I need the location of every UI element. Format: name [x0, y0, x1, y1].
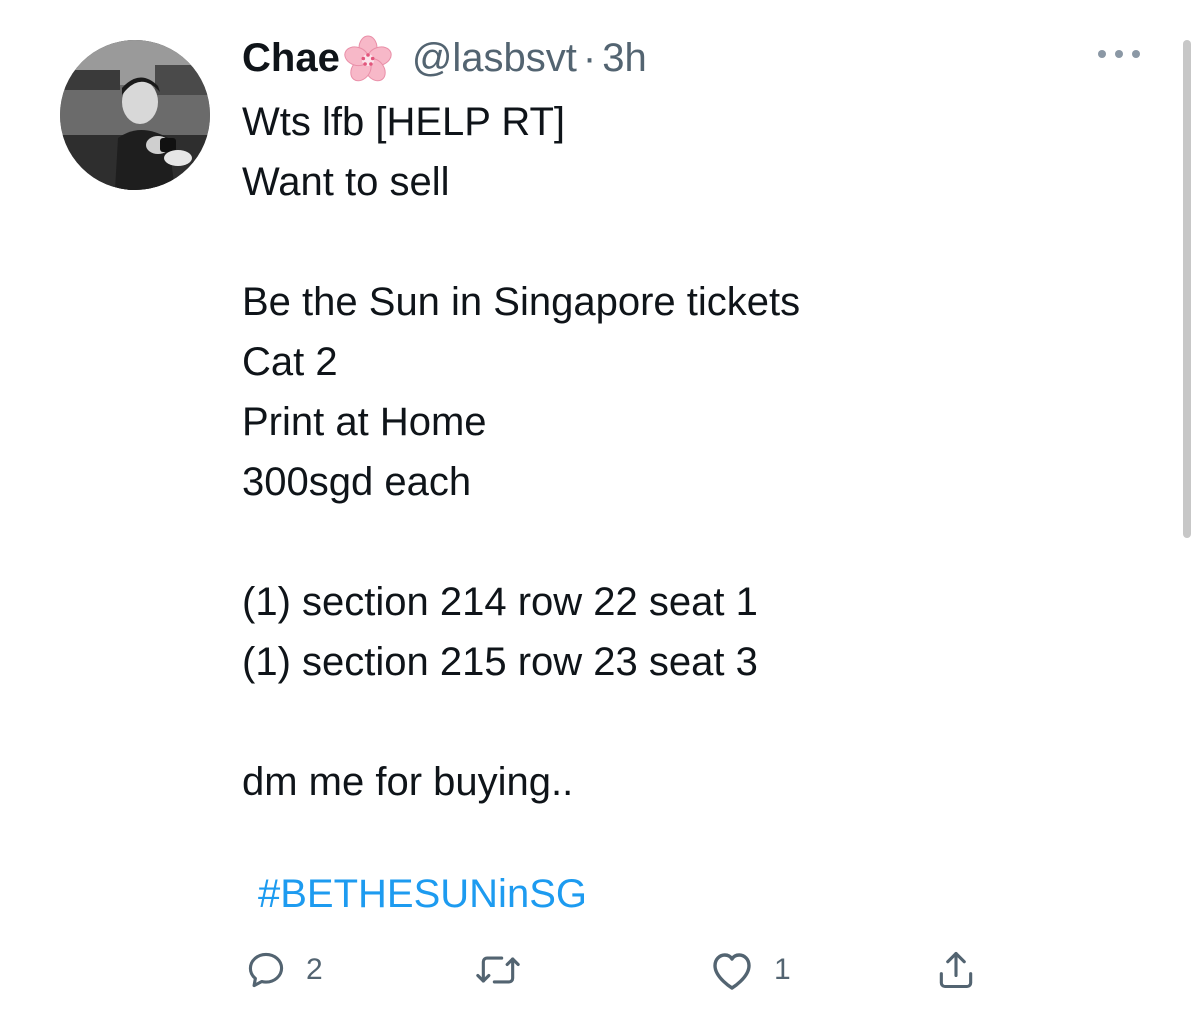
like-button[interactable]: 1	[708, 940, 791, 1000]
tweet-line: Be the Sun in Singapore tickets	[242, 280, 801, 324]
reply-count: 2	[306, 953, 323, 986]
tweet[interactable]: Chae @lasbsvt · 3h Wts lfb [HELP RT] Wan…	[0, 0, 1200, 1033]
tweet-header: Chae @lasbsvt · 3h	[242, 30, 647, 86]
tweet-line: Want to sell	[242, 160, 450, 204]
action-bar: 2 1	[0, 940, 1200, 1000]
tweet-line: (1) section 215 row 23 seat 3	[242, 640, 758, 684]
tweet-line: (1) section 214 row 22 seat 1	[242, 580, 758, 624]
heart-icon	[713, 953, 751, 990]
avatar[interactable]	[60, 40, 210, 190]
retweet-button[interactable]	[474, 940, 540, 1000]
separator-dot: ·	[582, 35, 597, 80]
like-count: 1	[774, 953, 791, 986]
tweet-line	[242, 512, 800, 572]
tweet-line: Print at Home	[242, 400, 487, 444]
reply-button[interactable]: 2	[244, 940, 323, 1000]
more-dot	[1115, 50, 1123, 58]
tweet-line: Cat 2	[242, 340, 338, 384]
tweet-text: Wts lfb [HELP RT] Want to sell Be the Su…	[242, 92, 800, 812]
timestamp[interactable]: 3h	[602, 36, 647, 81]
display-name[interactable]: Chae	[242, 36, 340, 81]
tweet-line: dm me for buying..	[242, 760, 574, 804]
tweet-line	[242, 692, 800, 752]
tweet-line: Wts lfb [HELP RT]	[242, 100, 566, 144]
share-icon	[939, 951, 973, 989]
tweet-line: 300sgd each	[242, 460, 472, 504]
tweet-line	[242, 212, 800, 272]
more-horizontal-icon[interactable]	[1098, 44, 1140, 64]
reply-icon	[248, 952, 284, 988]
cherry-blossom-icon	[338, 30, 398, 86]
hashtag-link[interactable]: #BETHESUNinSG	[258, 864, 587, 924]
avatar-photo	[60, 40, 210, 190]
more-dot	[1098, 50, 1106, 58]
scrollbar[interactable]	[1183, 40, 1191, 538]
more-dot	[1132, 50, 1140, 58]
share-button[interactable]	[934, 940, 978, 1000]
retweet-icon	[476, 956, 520, 984]
user-handle[interactable]: @lasbsvt	[412, 36, 577, 81]
